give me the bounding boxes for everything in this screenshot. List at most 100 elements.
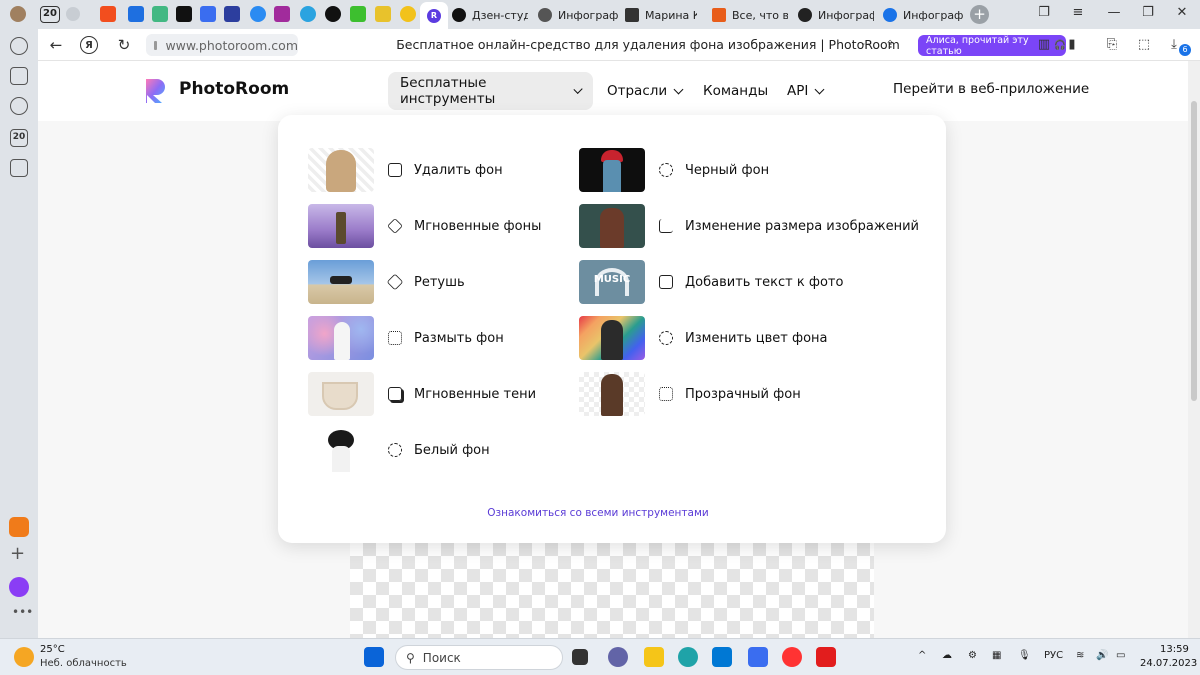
nav-api[interactable]: API	[775, 72, 835, 110]
clock-date[interactable]: 24.07.2023	[1140, 658, 1197, 669]
clock-time[interactable]: 13:59	[1160, 644, 1189, 655]
bookmark-icon[interactable]: ▮	[1062, 35, 1082, 55]
tabs-badge[interactable]: 20	[10, 129, 28, 147]
share-icon[interactable]: ⇪	[880, 35, 900, 55]
tab-photoroom[interactable]: R	[420, 2, 448, 29]
wifi-icon[interactable]: ≋	[1076, 650, 1084, 661]
edge-icon[interactable]	[678, 647, 698, 667]
layers-icon	[387, 218, 403, 234]
add-panel-icon[interactable]: +	[10, 543, 25, 564]
tab-4[interactable]: Инфограф	[798, 4, 874, 26]
spark-tab-icon[interactable]	[325, 6, 341, 22]
explorer-icon[interactable]	[644, 647, 664, 667]
tab-1[interactable]: Инфограф	[538, 4, 618, 26]
translate-icon[interactable]: ⎘	[1102, 35, 1122, 55]
tab-2[interactable]: Марина Ка	[625, 4, 697, 26]
restore-icon[interactable]: ❐	[1138, 5, 1158, 20]
vue-tab-icon[interactable]	[152, 6, 168, 22]
taskbar-search[interactable]: ⚲ Поиск	[395, 645, 563, 670]
w-tab-icon[interactable]	[200, 6, 216, 22]
tool-remove-bg[interactable]: Удалить фон	[308, 148, 503, 192]
webapp-link[interactable]: Перейти в веб-приложение	[893, 81, 1089, 97]
tools-icon[interactable]: ⁘	[856, 35, 876, 55]
downloads-badge: 6	[1179, 44, 1191, 56]
collections-icon[interactable]: ❐	[1034, 5, 1054, 20]
yandex-icon[interactable]	[782, 647, 802, 667]
chevron-down-icon[interactable]	[66, 7, 80, 21]
tool-label: Ретушь	[414, 274, 465, 290]
tray-expand-icon[interactable]: ^	[918, 650, 926, 661]
tool-retouch[interactable]: Ретушь	[308, 260, 465, 304]
profile-avatar[interactable]	[10, 6, 26, 22]
yandex-home-icon[interactable]: Я	[80, 36, 98, 54]
tool-black-bg[interactable]: Черный фон	[579, 148, 769, 192]
microphone-icon[interactable]: 🎙	[1018, 650, 1031, 661]
page-scrollbar[interactable]	[1188, 61, 1200, 638]
battery-icon[interactable]: ▭	[1116, 650, 1125, 661]
nav-free-tools[interactable]: Бесплатные инструменты	[388, 72, 593, 110]
back-icon[interactable]: ←	[46, 35, 66, 55]
white-bg-icon	[388, 443, 402, 457]
mail-app-icon[interactable]	[9, 517, 29, 537]
close-icon[interactable]: ✕	[1172, 5, 1192, 20]
tool-add-text[interactable]: MUSIC Добавить текст к фото	[579, 260, 843, 304]
scrollbar-thumb[interactable]	[1191, 101, 1197, 401]
collections-sidebar-icon[interactable]	[10, 67, 28, 85]
video-icon[interactable]	[10, 97, 28, 115]
square-tab-icon[interactable]	[375, 6, 391, 22]
photoroom-logo-icon[interactable]	[143, 77, 169, 105]
nav-label: Бесплатные инструменты	[400, 75, 496, 107]
widget-app-icon[interactable]	[748, 647, 768, 667]
tool-transparent-bg[interactable]: Прозрачный фон	[579, 372, 801, 416]
nav-industries[interactable]: Отрасли	[595, 72, 694, 110]
duck-tab-icon[interactable]	[400, 6, 416, 22]
settings-tray-icon[interactable]: ⚙	[968, 650, 977, 661]
shield-tab-icon[interactable]	[128, 6, 144, 22]
language-indicator[interactable]: РУС	[1044, 650, 1063, 661]
teams-icon[interactable]	[608, 647, 628, 667]
alice-icon[interactable]	[9, 577, 29, 597]
nav-teams[interactable]: Команды	[691, 72, 780, 110]
start-icon[interactable]	[364, 647, 384, 667]
reload-icon[interactable]: ↻	[114, 35, 134, 55]
history-icon[interactable]	[10, 37, 28, 55]
tool-instant-shadows[interactable]: Мгновенные тени	[308, 372, 536, 416]
reader-icon[interactable]: ▥	[1034, 35, 1054, 55]
weather-temperature[interactable]: 25°C	[40, 644, 65, 655]
extensions-icon[interactable]: ⬚	[1134, 35, 1154, 55]
see-all-tools-link[interactable]: Ознакомиться со всеми инструментами	[278, 507, 918, 519]
mk-icon	[625, 8, 639, 22]
arrow-tab-icon[interactable]	[224, 6, 240, 22]
tool-change-bg-color[interactable]: Изменить цвет фона	[579, 316, 828, 360]
more-icon[interactable]: •••	[12, 605, 33, 619]
figma-tab-icon[interactable]	[100, 6, 116, 22]
tab-5[interactable]: Инфограф	[883, 4, 963, 26]
info-tab-icon[interactable]	[176, 6, 192, 22]
tab-label: Инфограф	[818, 8, 874, 22]
photoroom-logo-text[interactable]: PhotoRoom	[179, 79, 289, 99]
tool-white-bg[interactable]: Белый фон	[308, 428, 490, 472]
weather-description[interactable]: Неб. облачность	[40, 658, 127, 669]
new-tab-button[interactable]: +	[970, 5, 989, 24]
mail-tab-icon[interactable]	[250, 6, 266, 22]
tool-instant-bg[interactable]: Мгновенные фоны	[308, 204, 541, 248]
camera-icon[interactable]	[10, 159, 28, 177]
url-field[interactable]: www.photoroom.com	[146, 34, 298, 56]
yandex-browser-icon[interactable]	[816, 647, 836, 667]
tool-resize[interactable]: Изменение размера изображений	[579, 204, 919, 248]
store-icon[interactable]	[712, 647, 732, 667]
volume-icon[interactable]: 🔊	[1096, 650, 1108, 661]
weather-icon[interactable]	[14, 647, 34, 667]
tab-counter[interactable]: 20	[40, 6, 60, 23]
tool-blur-bg[interactable]: Размыть фон	[308, 316, 504, 360]
telegram-tab-icon[interactable]	[300, 6, 316, 22]
task-view-icon[interactable]	[572, 649, 588, 665]
tab-0[interactable]: Дзен-студи	[452, 4, 528, 26]
onedrive-icon[interactable]: ☁	[942, 650, 952, 661]
bitrix-tab-icon[interactable]	[350, 6, 366, 22]
menu-icon[interactable]: ≡	[1068, 5, 1088, 20]
tray-app-icon[interactable]: ▦	[992, 650, 1001, 661]
minimize-icon[interactable]: —	[1104, 5, 1124, 20]
wildberries-tab-icon[interactable]	[274, 6, 290, 22]
tab-3[interactable]: Все, что ва	[712, 4, 788, 26]
